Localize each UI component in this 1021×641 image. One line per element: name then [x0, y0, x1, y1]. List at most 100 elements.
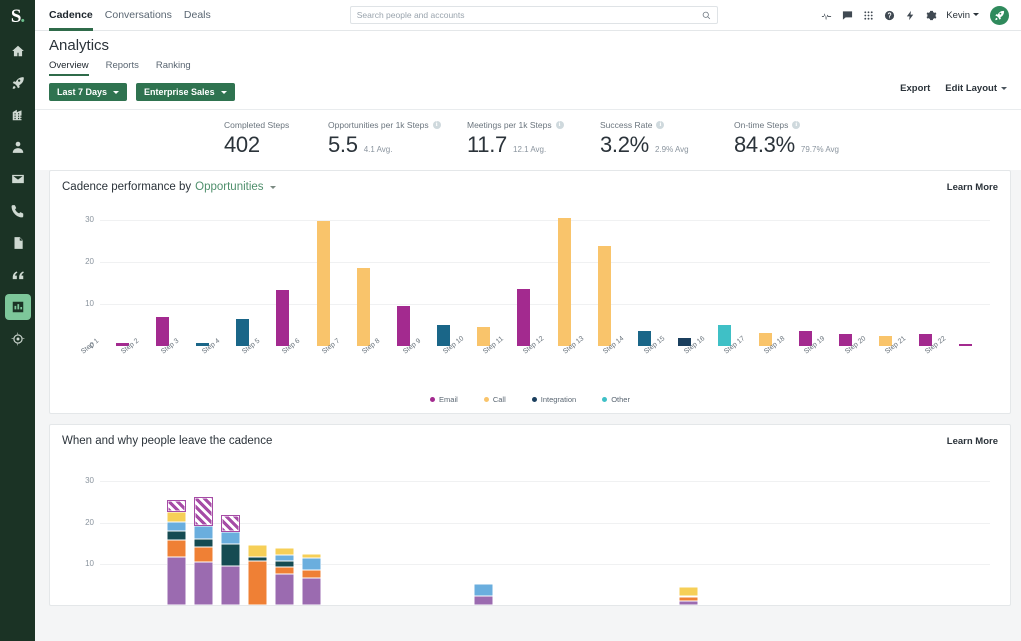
chart2-stack-segment[interactable] [167, 521, 186, 532]
chart2-stack-segment[interactable] [167, 557, 186, 605]
search-icon[interactable] [702, 11, 711, 20]
card2-title: When and why people leave the cadence [62, 435, 273, 447]
chart2-stack-segment[interactable] [248, 557, 267, 562]
legend-color-dot [430, 397, 436, 402]
legend-item[interactable]: Email [430, 395, 458, 404]
tab-ranking[interactable]: Ranking [156, 60, 191, 76]
card1-metric-selector[interactable]: Opportunities [195, 181, 263, 193]
chart2-stack-segment[interactable] [194, 547, 213, 562]
chart1-bar[interactable] [316, 221, 330, 346]
team-filter-label: Enterprise Sales [144, 87, 215, 97]
chevron-down-icon [220, 90, 227, 94]
quote-icon[interactable] [5, 262, 31, 288]
legend-item[interactable]: Other [602, 395, 630, 404]
legend-item[interactable]: Integration [531, 395, 576, 404]
rocket-icon[interactable] [5, 70, 31, 96]
info-icon[interactable]: i [656, 121, 665, 129]
legend-item[interactable]: Call [483, 395, 506, 404]
chat-icon[interactable] [841, 9, 853, 21]
target-icon[interactable] [5, 326, 31, 352]
chart2-stack-segment[interactable] [679, 595, 698, 598]
chart2-stack-segment[interactable] [167, 500, 186, 512]
legend-label: Email [439, 395, 458, 404]
chart2-stack-segment[interactable] [302, 570, 321, 578]
chart2-stack-segment[interactable] [474, 595, 493, 605]
nav-tab-conversations[interactable]: Conversations [105, 0, 172, 31]
info-icon[interactable]: i [555, 121, 564, 129]
nav-tab-conversations-label: Conversations [104, 8, 172, 21]
chart1-bar[interactable] [155, 317, 169, 346]
chart2-stack-segment[interactable] [275, 561, 294, 568]
person-icon[interactable] [5, 134, 31, 160]
chart2-stack-segment[interactable] [679, 587, 698, 596]
card2-learn-more-link[interactable]: Learn More [947, 436, 998, 447]
chart1-bar[interactable] [236, 318, 250, 346]
edit-layout-button[interactable]: Edit Layout [945, 83, 1007, 94]
chart2-stack-segment[interactable] [221, 515, 240, 532]
phone-icon[interactable] [5, 198, 31, 224]
chart2-stack-segment[interactable] [194, 561, 213, 605]
search-input[interactable] [356, 10, 702, 20]
chart2-stack-segment[interactable] [167, 531, 186, 540]
chart2-stack-segment[interactable] [221, 565, 240, 605]
chart1-bar[interactable] [517, 289, 531, 346]
chart2-stack-segment[interactable] [194, 526, 213, 539]
chart2-stack-segment[interactable] [221, 531, 240, 544]
chart1-bar[interactable] [597, 245, 611, 346]
chart2-stack-segment[interactable] [275, 555, 294, 562]
kpi-value: 84.3% [734, 132, 795, 157]
date-range-filter[interactable]: Last 7 Days [49, 83, 128, 101]
chart2-stack-segment[interactable] [275, 547, 294, 556]
building-icon[interactable] [5, 102, 31, 128]
chart1-legend: Email Call Integration Other [50, 389, 1010, 413]
chevron-down-icon[interactable] [269, 185, 276, 189]
chart2-stack-segment[interactable] [474, 583, 493, 596]
avatar[interactable] [990, 5, 1009, 25]
nav-tab-cadence[interactable]: Cadence [49, 0, 93, 31]
chart2-stack-segment[interactable] [679, 600, 698, 605]
legend-color-dot [483, 397, 489, 402]
chart1-bar[interactable] [276, 290, 290, 346]
chart2-stack-segment[interactable] [194, 497, 213, 527]
activity-pulse-icon[interactable] [820, 9, 832, 21]
chart2-stack-segment[interactable] [302, 558, 321, 571]
salesloft-logo[interactable]: S. [0, 2, 35, 32]
chart2-stack-segment[interactable] [275, 573, 294, 605]
document-icon[interactable] [5, 230, 31, 256]
info-icon[interactable]: i [792, 121, 801, 129]
chart1-bar[interactable] [477, 326, 491, 346]
chart2-stack-segment[interactable] [167, 539, 186, 558]
dialer-keypad-icon[interactable] [862, 9, 874, 21]
chart1-bar[interactable] [437, 324, 451, 346]
chart2-stack-segment[interactable] [221, 543, 240, 566]
envelope-icon[interactable] [5, 166, 31, 192]
chart2-stack-segment[interactable] [248, 561, 267, 605]
tab-reports[interactable]: Reports [106, 60, 139, 76]
nav-tab-deals[interactable]: Deals [184, 0, 211, 31]
chart1-bar[interactable] [356, 268, 370, 346]
chart1-bar[interactable] [718, 324, 732, 346]
chart1-bar[interactable] [959, 343, 973, 346]
chart2-stack-segment[interactable] [194, 538, 213, 548]
chart1-bar[interactable] [396, 305, 410, 346]
chart1-bar[interactable] [557, 217, 571, 346]
chart2-stack-segment[interactable] [302, 554, 321, 559]
tab-ranking-label: Ranking [155, 60, 191, 71]
search-box[interactable] [349, 6, 718, 24]
chart2-stack-segment[interactable] [679, 597, 698, 601]
analytics-chart-icon[interactable] [4, 294, 31, 320]
chart2-stack-segment[interactable] [302, 577, 321, 605]
team-filter[interactable]: Enterprise Sales [136, 83, 235, 101]
help-circle-icon[interactable] [883, 9, 895, 21]
chart2-stack-segment[interactable] [275, 567, 294, 574]
home-icon[interactable] [5, 38, 31, 64]
info-icon[interactable]: i [432, 121, 441, 129]
tab-overview[interactable]: Overview [49, 60, 89, 76]
lightning-bolt-icon[interactable] [904, 9, 916, 21]
chart2-stack-segment[interactable] [167, 511, 186, 522]
user-menu[interactable]: Kevin [946, 10, 979, 21]
gear-icon[interactable] [925, 9, 937, 21]
chart2-stack-segment[interactable] [248, 544, 267, 558]
export-button[interactable]: Export [900, 83, 930, 94]
card1-learn-more-link[interactable]: Learn More [947, 182, 998, 193]
